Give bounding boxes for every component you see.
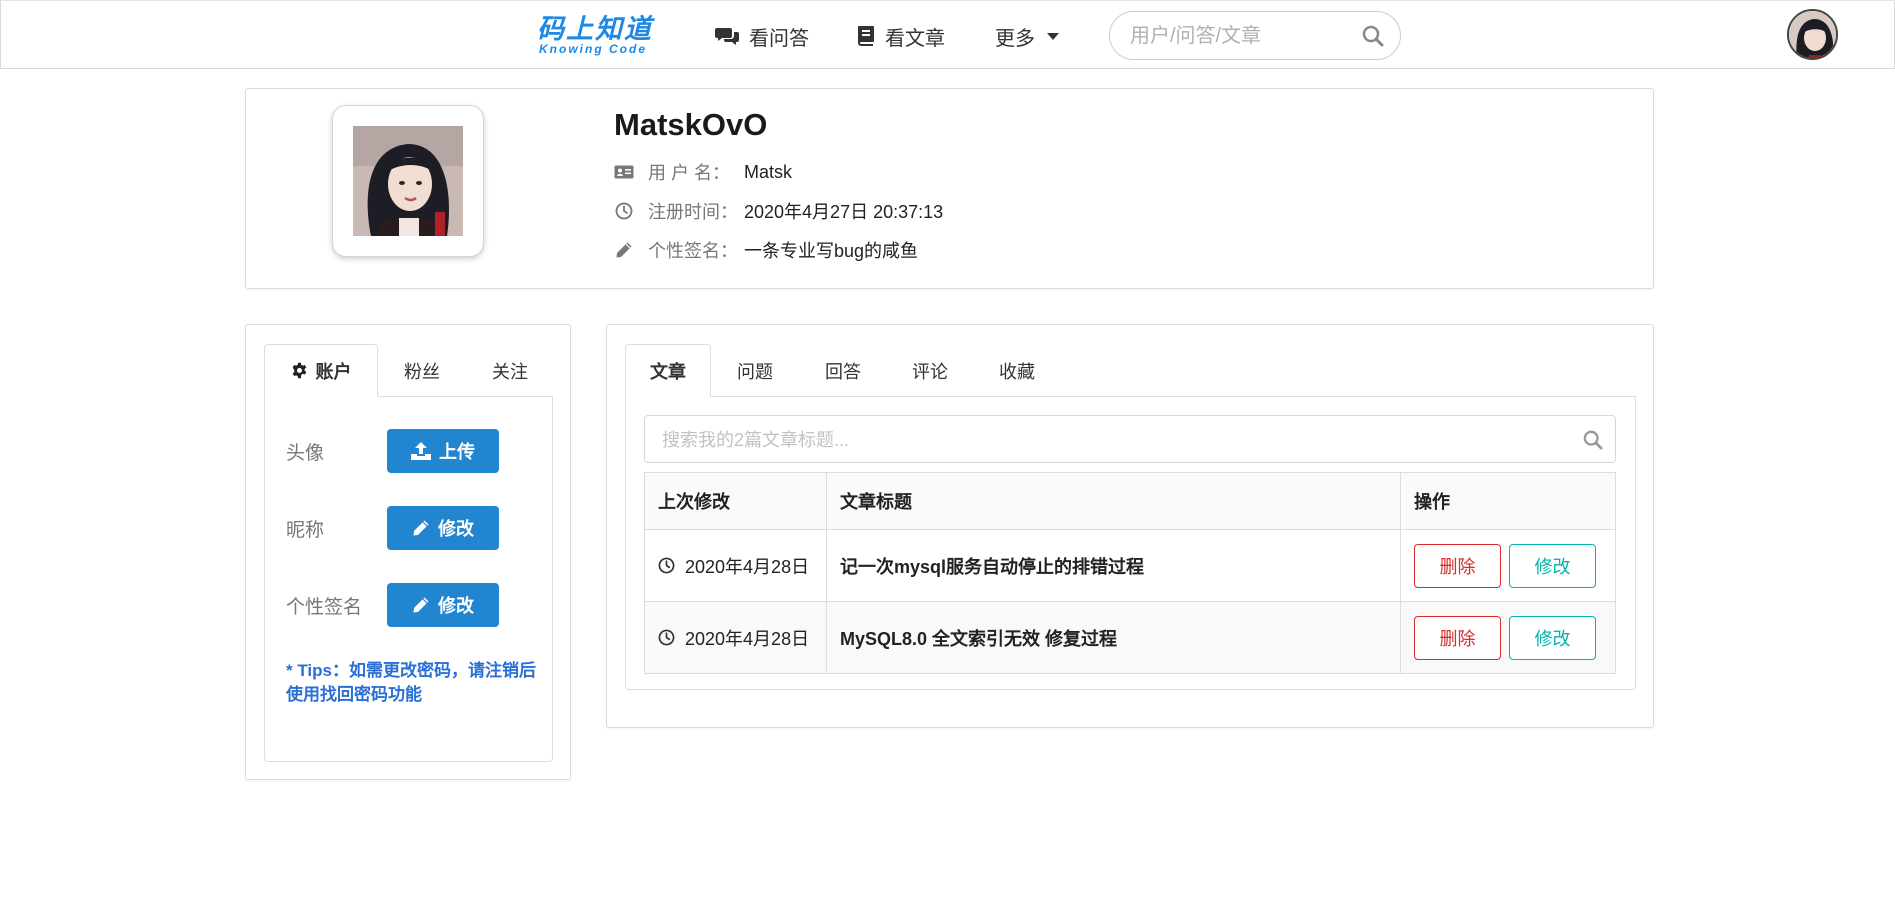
article-title-link[interactable]: MySQL8.0 全文索引无效 修复过程: [826, 601, 1401, 674]
logo-text-cn: 码上知道: [537, 14, 653, 45]
signature-setting-label: 个性签名: [286, 596, 363, 618]
upload-avatar-button[interactable]: 上传: [387, 429, 499, 473]
register-value: 2020年4月27日 20:37:13: [744, 202, 944, 222]
tab-answers[interactable]: 回答: [799, 344, 887, 397]
profile-card: MatskOvO 用 户 名： Matsk 注册时间： 2020年4月27日 2…: [245, 88, 1654, 289]
clock-icon: [615, 202, 633, 220]
gear-icon: [292, 362, 306, 379]
tab-comments-label: 评论: [912, 361, 948, 382]
user-avatar-menu[interactable]: [1787, 9, 1838, 60]
signature-label: 个性签名：: [648, 241, 738, 261]
profile-avatar: [332, 105, 484, 257]
tab-following-label: 关注: [492, 361, 528, 382]
top-navbar: 码上知道 Knowing Code 看问答 看文章 更多: [0, 0, 1895, 69]
nickname-setting-row: 昵称 修改: [265, 506, 554, 550]
tab-comments[interactable]: 评论: [887, 344, 973, 397]
actions-cell: 删除 修改: [1400, 529, 1616, 602]
search-icon[interactable]: [1362, 25, 1384, 47]
global-search-box: [1109, 11, 1401, 60]
edit-nickname-button[interactable]: 修改: [387, 506, 499, 550]
register-time-row: 注册时间： 2020年4月27日 20:37:13: [614, 199, 943, 223]
column-header-actions: 操作: [1400, 472, 1616, 530]
avatar-setting-row: 头像 上传: [265, 429, 554, 473]
edit-signature-label: 修改: [438, 596, 474, 616]
profile-nickname: MatskOvO: [614, 107, 768, 142]
tab-answers-label: 回答: [825, 361, 861, 382]
content-card: 文章 问题 回答 评论 收藏 上次修改 文章标题: [606, 324, 1654, 728]
edit-signature-button[interactable]: 修改: [387, 583, 499, 627]
username-label: 用 户 名：: [648, 163, 731, 183]
profile-photo: [353, 126, 463, 236]
password-tips: * Tips：如需更改密码，请注销后使用找回密码功能: [286, 661, 536, 704]
tab-articles[interactable]: 文章: [625, 344, 711, 397]
clock-icon: [658, 557, 675, 574]
tab-questions-label: 问题: [737, 361, 773, 382]
edit-nickname-label: 修改: [438, 519, 474, 539]
search-icon[interactable]: [1583, 430, 1603, 450]
logo-text-en: Knowing Code: [539, 42, 647, 56]
tab-articles-label: 文章: [650, 361, 686, 382]
actions-cell: 删除 修改: [1400, 601, 1616, 674]
articles-tab-panel: 上次修改 文章标题 操作 2020年4月28日: [625, 396, 1636, 690]
nav-qa-link[interactable]: 看问答: [715, 21, 809, 51]
upload-button-label: 上传: [439, 442, 475, 462]
clock-icon: [658, 629, 675, 646]
modified-date: 2020年4月28日: [685, 628, 810, 649]
site-logo[interactable]: 码上知道 Knowing Code: [537, 14, 669, 57]
delete-article-button[interactable]: 删除: [1414, 615, 1501, 660]
column-header-title: 文章标题: [826, 472, 1401, 530]
avatar-setting-label: 头像: [286, 442, 325, 464]
date-cell: 2020年4月28日: [644, 529, 827, 602]
account-tabs: 账户 粉丝 关注: [264, 344, 554, 397]
pencil-icon: [616, 242, 632, 258]
edit-article-button[interactable]: 修改: [1509, 543, 1596, 588]
signature-value: 一条专业写bug的咸鱼: [744, 241, 919, 261]
modified-date: 2020年4月28日: [685, 556, 810, 577]
nav-qa-label: 看问答: [749, 27, 809, 50]
tab-favorites[interactable]: 收藏: [973, 344, 1061, 397]
tab-following[interactable]: 关注: [466, 344, 554, 397]
nav-more-dropdown[interactable]: 更多: [995, 21, 1059, 51]
table-row: 2020年4月28日 记一次mysql服务自动停止的排错过程 删除 修改: [644, 529, 1616, 602]
account-tab-panel: 头像 上传 昵称 修改 个性签名 修改 * Tips：如需更改密码，请注销后使用…: [264, 396, 553, 762]
book-icon: [858, 26, 874, 46]
tab-questions[interactable]: 问题: [711, 344, 799, 397]
articles-table: 上次修改 文章标题 操作 2020年4月28日 记一次mysql服务自动停止的排…: [644, 472, 1616, 674]
article-title-link[interactable]: 记一次mysql服务自动停止的排错过程: [826, 529, 1401, 602]
nickname-setting-label: 昵称: [286, 519, 325, 541]
pencil-icon: [413, 520, 429, 536]
comments-icon: [715, 28, 739, 45]
username-row: 用 户 名： Matsk: [614, 160, 792, 184]
avatar-image: [1789, 11, 1836, 58]
tab-account[interactable]: 账户: [264, 344, 378, 397]
account-settings-card: 账户 粉丝 关注 头像 上传 昵称 修改 个性签名 修改 * Tips：如需更改…: [245, 324, 571, 780]
date-cell: 2020年4月28日: [644, 601, 827, 674]
caret-down-icon: [1047, 32, 1059, 40]
delete-article-button[interactable]: 删除: [1414, 543, 1501, 588]
edit-article-button[interactable]: 修改: [1509, 615, 1596, 660]
nav-more-label: 更多: [995, 27, 1035, 50]
tab-fans[interactable]: 粉丝: [378, 344, 466, 397]
username-value: Matsk: [744, 161, 793, 182]
global-search-input[interactable]: [1130, 22, 1350, 50]
pencil-icon: [413, 597, 429, 613]
nav-article-label: 看文章: [885, 27, 945, 50]
tab-favorites-label: 收藏: [999, 361, 1035, 382]
tab-account-label: 账户: [315, 361, 352, 382]
upload-icon: [411, 442, 431, 460]
content-tabs: 文章 问题 回答 评论 收藏: [625, 344, 1636, 397]
nav-article-link[interactable]: 看文章: [857, 21, 945, 51]
register-label: 注册时间：: [648, 202, 738, 222]
table-row: 2020年4月28日 MySQL8.0 全文索引无效 修复过程 删除 修改: [644, 601, 1616, 674]
article-search-box: [644, 415, 1616, 463]
id-card-icon: [614, 165, 634, 179]
signature-setting-row: 个性签名 修改: [265, 583, 554, 627]
article-search-input[interactable]: [662, 426, 1542, 454]
table-header-row: 上次修改 文章标题 操作: [644, 472, 1616, 530]
signature-row: 个性签名： 一条专业写bug的咸鱼: [614, 238, 918, 262]
tab-fans-label: 粉丝: [404, 361, 440, 382]
column-header-modified: 上次修改: [644, 472, 827, 530]
